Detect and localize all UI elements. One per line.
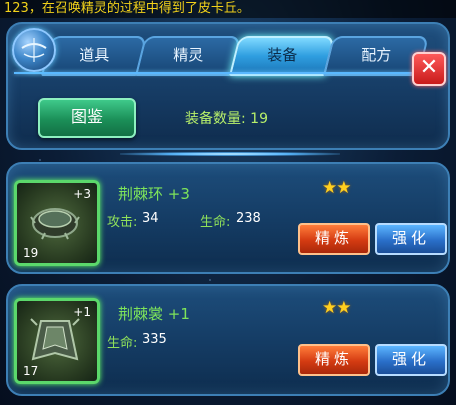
equipment-count: 装备数量: 19 <box>185 111 268 127</box>
tab-equipment[interactable]: 装备 <box>229 36 335 76</box>
stat-label-hp: 生命: <box>200 215 231 230</box>
stat-label-attack: 攻击: <box>107 215 138 230</box>
equipment-icon-slot[interactable]: +3 19 <box>14 180 100 266</box>
thorn-ring-icon <box>30 208 80 240</box>
thorn-skirt-icon <box>30 318 80 361</box>
tab-sprites[interactable]: 精灵 <box>135 36 241 76</box>
star-rating: ★★ <box>322 178 352 198</box>
glow-divider <box>120 152 340 156</box>
stat-label-hp: 生命: <box>107 336 138 351</box>
stat-value-attack: 34 <box>142 211 159 226</box>
equipment-icon-slot[interactable]: +1 17 <box>14 298 100 384</box>
enhance-button[interactable]: 强化 <box>375 344 447 376</box>
refine-button[interactable]: 精炼 <box>298 223 370 255</box>
item-name: 荆棘环 +3 <box>118 185 190 203</box>
enhance-button[interactable]: 强化 <box>375 223 447 255</box>
item-level: 19 <box>23 246 39 260</box>
enhance-level-badge: +3 <box>73 187 91 201</box>
stat-value-hp: 335 <box>142 332 167 347</box>
item-name: 荆棘裳 +1 <box>118 305 190 323</box>
system-notice: 123，在召唤精灵的过程中得到了皮卡丘。 <box>0 0 456 18</box>
item-level: 17 <box>23 364 39 378</box>
refine-button[interactable]: 精炼 <box>298 344 370 376</box>
atlas-button[interactable]: 图鉴 <box>38 98 136 138</box>
close-icon: ✕ <box>419 55 439 80</box>
star-rating: ★★ <box>322 298 352 318</box>
enhance-level-badge: +1 <box>73 305 91 319</box>
tab-items[interactable]: 道具 <box>41 36 147 76</box>
close-button[interactable]: ✕ <box>412 52 446 86</box>
stat-value-hp: 238 <box>236 211 261 226</box>
tab-underline <box>14 72 438 74</box>
pokeball-icon <box>12 28 56 72</box>
